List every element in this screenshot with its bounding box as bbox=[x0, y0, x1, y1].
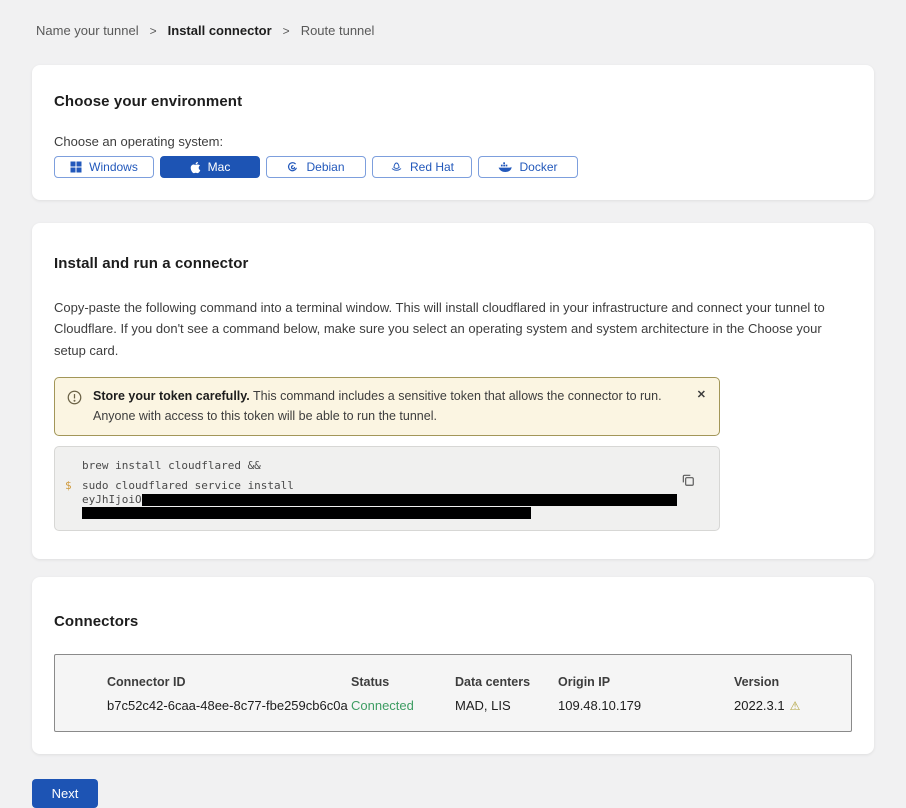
apple-icon bbox=[190, 161, 201, 174]
docker-icon bbox=[498, 161, 512, 173]
warning-triangle-icon: ⚠ bbox=[790, 699, 801, 713]
column-header-origin-ip: Origin IP bbox=[558, 675, 734, 689]
os-button-windows[interactable]: Windows bbox=[54, 156, 154, 178]
debian-icon bbox=[287, 161, 299, 173]
os-button-docker[interactable]: Docker bbox=[478, 156, 578, 178]
os-button-group: Windows Mac Debian Red Hat Docker bbox=[54, 156, 852, 178]
data-centers-value: MAD, LIS bbox=[455, 698, 558, 713]
breadcrumb-step-name-tunnel[interactable]: Name your tunnel bbox=[36, 23, 139, 38]
connectors-card: Connectors Connector ID Status Data cent… bbox=[32, 577, 874, 754]
breadcrumb-step-install-connector[interactable]: Install connector bbox=[168, 23, 272, 38]
os-button-debian[interactable]: Debian bbox=[266, 156, 366, 178]
breadcrumb-step-route-tunnel[interactable]: Route tunnel bbox=[301, 23, 375, 38]
os-button-label: Windows bbox=[89, 160, 138, 174]
environment-card-title: Choose your environment bbox=[54, 93, 852, 110]
connectors-card-title: Connectors bbox=[54, 613, 852, 630]
breadcrumb-separator: > bbox=[283, 24, 290, 38]
windows-icon bbox=[70, 161, 82, 173]
breadcrumb: Name your tunnel > Install connector > R… bbox=[0, 0, 906, 38]
os-button-mac[interactable]: Mac bbox=[160, 156, 260, 178]
column-header-version: Version bbox=[734, 675, 835, 689]
os-button-redhat[interactable]: Red Hat bbox=[372, 156, 472, 178]
close-icon[interactable]: ✕ bbox=[697, 388, 706, 401]
code-line-service-install: sudo cloudflared service install bbox=[82, 478, 703, 494]
table-row: b7c52c42-6caa-48ee-8c77-fbe259cb6c0a Con… bbox=[107, 698, 835, 713]
redacted-token-bar bbox=[82, 507, 531, 519]
token-line: eyJhIjoiO bbox=[82, 494, 703, 506]
token-prefix-text: eyJhIjoiO bbox=[82, 494, 142, 506]
connectors-table-header: Connector ID Status Data centers Origin … bbox=[107, 675, 835, 689]
next-button[interactable]: Next bbox=[32, 779, 98, 808]
code-line-brew: brew install cloudflared && bbox=[82, 458, 703, 474]
token-warning-banner: Store your token carefully. This command… bbox=[54, 377, 720, 436]
status-badge: Connected bbox=[351, 698, 455, 713]
redacted-token-bar bbox=[142, 494, 677, 506]
column-header-connector-id: Connector ID bbox=[107, 675, 351, 689]
column-header-data-centers: Data centers bbox=[455, 675, 558, 689]
environment-card: Choose your environment Choose an operat… bbox=[32, 65, 874, 200]
breadcrumb-separator: > bbox=[150, 24, 157, 38]
os-select-label: Choose an operating system: bbox=[54, 134, 852, 149]
column-header-status: Status bbox=[351, 675, 455, 689]
warning-lead-text: Store your token carefully. bbox=[93, 389, 250, 403]
redhat-icon bbox=[390, 161, 403, 173]
os-button-label: Docker bbox=[519, 160, 557, 174]
os-button-label: Red Hat bbox=[410, 160, 454, 174]
copy-icon[interactable] bbox=[681, 473, 695, 490]
install-card-title: Install and run a connector bbox=[54, 255, 852, 272]
alert-circle-icon bbox=[67, 390, 82, 411]
os-button-label: Debian bbox=[306, 160, 344, 174]
shell-prompt: $ bbox=[65, 479, 72, 492]
connector-id-value: b7c52c42-6caa-48ee-8c77-fbe259cb6c0a bbox=[107, 698, 351, 713]
install-command-codeblock: brew install cloudflared && $ sudo cloud… bbox=[54, 446, 720, 531]
version-cell: 2022.3.1 ⚠ bbox=[734, 698, 835, 713]
os-button-label: Mac bbox=[208, 160, 231, 174]
version-value: 2022.3.1 bbox=[734, 698, 785, 713]
origin-ip-value: 109.48.10.179 bbox=[558, 698, 734, 713]
install-card: Install and run a connector Copy-paste t… bbox=[32, 223, 874, 559]
install-description: Copy-paste the following command into a … bbox=[54, 297, 852, 361]
connectors-table: Connector ID Status Data centers Origin … bbox=[54, 654, 852, 732]
